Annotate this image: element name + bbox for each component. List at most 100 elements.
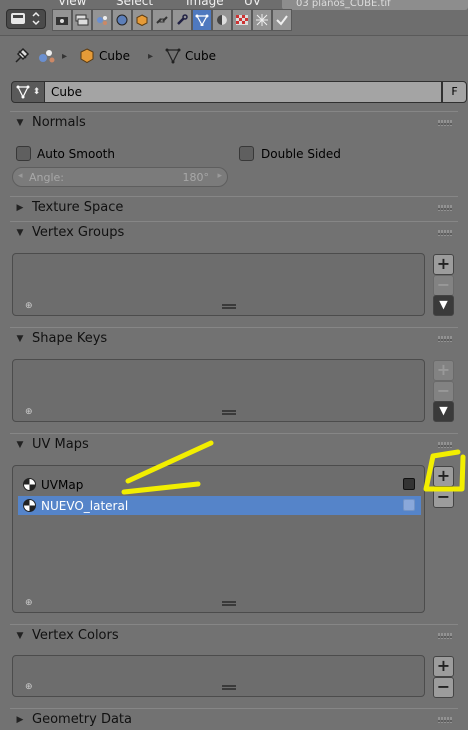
tab-material[interactable] <box>212 9 232 31</box>
breadcrumb-separator-icon: ▸ <box>148 50 154 62</box>
tab-modifiers[interactable] <box>172 9 192 31</box>
menu-view[interactable]: View <box>58 0 86 8</box>
mesh-vertex-icon <box>16 85 30 99</box>
panel-header-texture-space[interactable]: ▶ Texture Space <box>10 196 458 218</box>
tab-render-layers[interactable] <box>72 9 92 31</box>
remove-uv-map-button[interactable]: − <box>433 487 454 508</box>
active-render-camera-icon[interactable] <box>403 499 415 511</box>
increment-arrow-icon: ▸ <box>217 171 222 181</box>
double-sided-checkbox[interactable] <box>239 146 254 161</box>
mesh-name-field[interactable]: Cube <box>45 81 442 103</box>
drag-handle-icon[interactable] <box>438 336 452 342</box>
panel-header-normals[interactable]: ▼ Normals <box>10 111 458 133</box>
tab-texture[interactable] <box>232 9 252 31</box>
editor-type-button[interactable] <box>6 9 46 29</box>
drag-handle-icon[interactable] <box>438 717 452 723</box>
panel-title: Shape Keys <box>32 331 108 346</box>
updown-arrows-icon: ⬍ <box>32 87 41 97</box>
tab-object[interactable] <box>132 9 152 31</box>
panel-header-vertex-groups[interactable]: ▼ Vertex Groups <box>10 221 458 243</box>
shape-keys-list[interactable]: ⊕ <box>12 359 425 422</box>
tab-physics[interactable] <box>272 9 292 31</box>
uv-group-icon <box>23 499 36 512</box>
panel-title: Texture Space <box>32 200 124 215</box>
panel-header-vertex-colors[interactable]: ▼ Vertex Colors <box>10 624 458 646</box>
panel-title: Vertex Colors <box>32 628 119 643</box>
add-vertex-group-button[interactable]: + <box>433 254 454 275</box>
tab-particles[interactable] <box>252 9 272 31</box>
decrement-arrow-icon: ◂ <box>18 171 23 181</box>
cube-icon <box>136 14 148 26</box>
browse-mesh-button[interactable]: ⬍ <box>11 81 45 103</box>
mesh-vertex-icon <box>195 14 209 26</box>
auto-smooth-checkbox[interactable] <box>16 146 31 161</box>
panel-title: Vertex Groups <box>32 225 125 240</box>
drag-handle-icon[interactable] <box>438 205 452 211</box>
active-render-camera-icon[interactable] <box>403 478 415 490</box>
panel-header-geometry-data[interactable]: ▶ Geometry Data <box>10 708 458 730</box>
add-vertex-color-button[interactable]: + <box>433 656 454 677</box>
drag-handle-icon[interactable] <box>438 442 452 448</box>
list-filter-plus-icon[interactable]: ⊕ <box>25 407 33 417</box>
auto-smooth-label: Auto Smooth <box>37 147 115 161</box>
menu-image[interactable]: Image <box>186 0 224 8</box>
tab-world[interactable] <box>112 9 132 31</box>
image-filename-field[interactable]: 03 planos_CUBE.tif <box>282 0 468 10</box>
scene-icon <box>97 16 107 25</box>
physics-icon <box>276 15 288 26</box>
shape-key-specials-button[interactable]: ▼ <box>433 401 454 422</box>
menu-uv[interactable]: UV <box>244 0 261 8</box>
list-filter-plus-icon[interactable]: ⊕ <box>25 598 33 608</box>
vertex-group-specials-button[interactable]: ▼ <box>433 295 454 316</box>
list-resize-grip[interactable] <box>222 304 236 309</box>
camera-icon <box>56 17 68 25</box>
tab-scene[interactable] <box>92 9 112 31</box>
material-icon <box>217 15 227 25</box>
tab-constraints[interactable] <box>152 9 172 31</box>
drag-handle-icon[interactable] <box>438 633 452 639</box>
drag-handle-icon[interactable] <box>438 230 452 236</box>
vertex-colors-list[interactable]: ⊕ <box>12 655 425 697</box>
breadcrumb-separator-icon: ▸ <box>62 50 68 62</box>
panel-title: UV Maps <box>32 437 89 452</box>
angle-value: 180° <box>182 171 210 184</box>
uv-map-name: UVMap <box>41 477 84 492</box>
uv-map-item-selected[interactable]: NUEVO_lateral <box>18 496 421 515</box>
uv-map-item[interactable]: UVMap <box>18 475 421 494</box>
remove-vertex-color-button[interactable]: − <box>433 677 454 698</box>
constraint-icon <box>156 16 168 24</box>
panel-title: Geometry Data <box>32 712 132 727</box>
collapsed-triangle-icon: ▶ <box>16 714 24 725</box>
fake-user-button[interactable]: F <box>442 81 467 103</box>
properties-context-tabs <box>52 9 292 31</box>
list-resize-grip[interactable] <box>222 601 236 606</box>
expanded-triangle-icon: ▼ <box>16 117 24 128</box>
double-sided-label: Double Sided <box>261 147 341 161</box>
panel-header-shape-keys[interactable]: ▼ Shape Keys <box>10 327 458 349</box>
pin-icon[interactable] <box>12 47 30 65</box>
auto-smooth-angle-field[interactable]: ◂ Angle: 180° ▸ <box>12 167 228 187</box>
list-filter-plus-icon[interactable]: ⊕ <box>25 682 33 692</box>
list-filter-plus-icon[interactable]: ⊕ <box>25 301 33 311</box>
breadcrumb-object-name: Cube <box>99 49 131 63</box>
add-shape-key-button[interactable]: + <box>433 360 454 381</box>
list-resize-grip[interactable] <box>222 410 236 415</box>
tab-render[interactable] <box>52 9 72 31</box>
cube-icon <box>80 48 94 64</box>
drag-handle-icon[interactable] <box>438 120 452 126</box>
list-resize-grip[interactable] <box>222 685 236 690</box>
uv-map-name: NUEVO_lateral <box>41 498 129 513</box>
world-icon <box>116 14 128 26</box>
angle-label: Angle: <box>29 171 65 184</box>
expanded-triangle-icon: ▼ <box>16 630 24 641</box>
expanded-triangle-icon: ▼ <box>16 227 24 238</box>
tab-mesh-data[interactable] <box>192 9 212 31</box>
panel-header-uv-maps[interactable]: ▼ UV Maps <box>10 433 458 455</box>
add-uv-map-button[interactable]: + <box>433 466 454 487</box>
remove-shape-key-button[interactable]: − <box>433 381 454 402</box>
breadcrumb: ▸ Cube ▸ Cube <box>12 46 216 66</box>
menu-select[interactable]: Select <box>116 0 153 8</box>
vertex-groups-list[interactable]: ⊕ <box>12 253 425 316</box>
remove-vertex-group-button[interactable]: − <box>433 275 454 296</box>
particles-icon <box>256 14 268 26</box>
